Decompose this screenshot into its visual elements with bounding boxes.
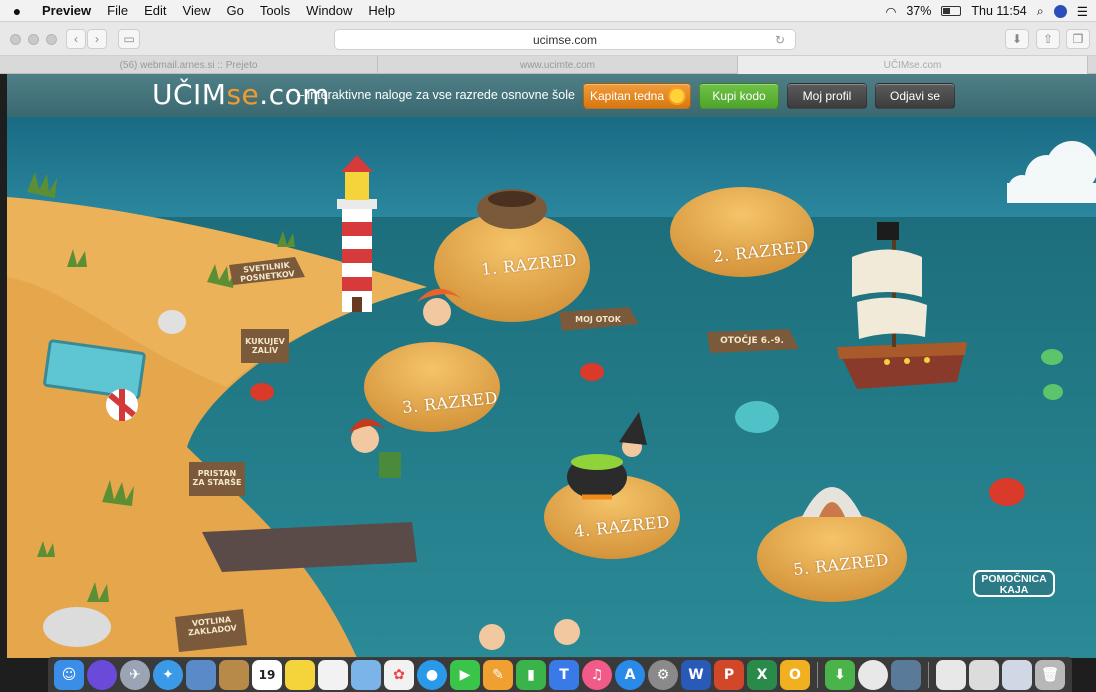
island-map: 1. RAZRED 2. RAZRED 3. RAZRED 4. RAZRED … — [7, 117, 1096, 658]
tab-ucimte[interactable]: www.ucimte.com — [378, 56, 738, 74]
sign-kukujev-zaliv[interactable]: KUKUJEV ZALIV — [241, 337, 289, 355]
preview-icon[interactable] — [186, 659, 216, 690]
back-button[interactable]: ‹ — [66, 29, 86, 49]
itunes-icon[interactable]: ♫ — [582, 659, 612, 690]
numbers-icon[interactable]: ▮ — [516, 659, 546, 690]
sidebar-toggle-icon[interactable]: ▭ — [118, 29, 140, 49]
close-window-button[interactable] — [10, 34, 21, 45]
battery-icon[interactable] — [941, 6, 962, 16]
captain-label: Kapitan tedna — [589, 89, 665, 103]
dock: ☺ ✈ ✦ 19 ✿ ● ▶ ✎ ▮ T ♫ A ⚙ W P X O ⬇ 🗑 — [48, 657, 1072, 692]
battery-percent: 37% — [906, 4, 932, 18]
outlook-icon[interactable]: O — [780, 659, 810, 690]
notification-center-icon[interactable]: ☰ — [1077, 4, 1088, 19]
tab-ucimse[interactable]: UČIMse.com — [738, 56, 1088, 74]
messages-icon[interactable]: ● — [417, 659, 447, 690]
forward-button[interactable]: › — [87, 29, 107, 49]
tabs-overview-icon[interactable]: ❐ — [1066, 29, 1090, 49]
siri-icon[interactable] — [87, 659, 117, 690]
menu-help[interactable]: Help — [360, 3, 403, 18]
address-text: ucimse.com — [532, 32, 597, 47]
wifi-icon[interactable]: ◠ — [885, 4, 896, 19]
sign-pristan[interactable]: PRISTAN ZA STARŠE — [189, 469, 245, 487]
downloads-icon[interactable]: ⬇ — [825, 659, 855, 690]
downloads-toolbar-icon[interactable]: ⬇ — [1005, 29, 1029, 49]
notes-icon[interactable] — [285, 659, 315, 690]
contacts-icon[interactable] — [219, 659, 249, 690]
browser-toolbar: ‹ › ▭ ucimse.com ↻ ⬇ ⇧ ❐ — [0, 22, 1096, 56]
launchpad-icon[interactable]: ✈ — [120, 659, 150, 690]
siri-menu-icon[interactable] — [1053, 4, 1067, 18]
captain-of-week-button[interactable]: Kapitan tedna — [583, 83, 691, 109]
word-icon[interactable]: W — [681, 659, 711, 690]
documents-icon[interactable] — [936, 659, 966, 690]
tab-bar: (56) webmail.arnes.si :: Prejeto www.uci… — [0, 56, 1096, 74]
powerpoint-icon[interactable]: P — [714, 659, 744, 690]
chrome-icon[interactable] — [858, 659, 888, 690]
island-3 — [364, 342, 500, 432]
dock-separator — [817, 661, 818, 688]
excel-icon[interactable]: X — [747, 659, 777, 690]
finder-icon[interactable]: ☺ — [54, 659, 84, 690]
image-capture-icon[interactable] — [891, 659, 921, 690]
trash-icon[interactable]: 🗑 — [1035, 659, 1065, 690]
my-profile-button[interactable]: Moj profil — [787, 83, 867, 109]
logout-button[interactable]: Odjavi se — [875, 83, 955, 109]
site-tagline: – interaktivne naloge za vse razrede osn… — [297, 88, 575, 102]
zoom-window-button[interactable] — [46, 34, 57, 45]
reminders-icon[interactable] — [318, 659, 348, 690]
logo-main: UČIM — [152, 78, 227, 111]
safari-icon[interactable]: ✦ — [153, 659, 183, 690]
photos-app-icon[interactable]: ✿ — [384, 659, 414, 690]
apple-menu-icon[interactable]: ● — [0, 3, 34, 19]
menu-tools[interactable]: Tools — [252, 3, 298, 18]
calendar-icon[interactable]: 19 — [252, 659, 282, 690]
menu-file[interactable]: File — [99, 3, 136, 18]
menu-view[interactable]: View — [175, 3, 219, 18]
menu-app-name[interactable]: Preview — [34, 3, 99, 18]
menu-edit[interactable]: Edit — [136, 3, 174, 18]
island-2 — [670, 187, 814, 277]
window-controls — [10, 34, 57, 45]
site-header: UČIMse.com – interaktivne naloge za vse … — [7, 74, 1096, 117]
pages-icon[interactable]: ✎ — [483, 659, 513, 690]
sun-icon — [670, 89, 685, 103]
system-preferences-icon[interactable]: ⚙ — [648, 659, 678, 690]
spotlight-icon[interactable]: ⌕ — [1037, 4, 1044, 19]
address-bar[interactable]: ucimse.com ↻ — [334, 29, 796, 50]
menu-window[interactable]: Window — [298, 3, 360, 18]
share-icon[interactable]: ⇧ — [1036, 29, 1060, 49]
sign-moj-otok[interactable]: MOJ OTOK — [563, 315, 633, 324]
folder-icon[interactable] — [1002, 659, 1032, 690]
app-store-icon[interactable]: A — [615, 659, 645, 690]
minimize-window-button[interactable] — [28, 34, 39, 45]
dock-separator — [928, 661, 929, 688]
menu-bar: ● Preview File Edit View Go Tools Window… — [0, 0, 1096, 22]
helper-kaja-button[interactable]: POMOČNICA KAJA — [973, 570, 1055, 597]
keynote-icon[interactable]: T — [549, 659, 579, 690]
facetime-icon[interactable]: ▶ — [450, 659, 480, 690]
tab-webmail[interactable]: (56) webmail.arnes.si :: Prejeto — [0, 56, 378, 74]
clock[interactable]: Thu 11:54 — [971, 4, 1026, 18]
scene-art — [7, 117, 1096, 658]
sign-otocje[interactable]: OTOČJE 6.-9. — [710, 337, 794, 346]
buy-code-button[interactable]: Kupi kodo — [699, 83, 779, 109]
logo-se: se — [226, 78, 260, 111]
reload-icon[interactable]: ↻ — [775, 33, 785, 47]
photos-icon[interactable] — [351, 659, 381, 690]
screenshots-icon[interactable] — [969, 659, 999, 690]
sky — [7, 117, 1096, 227]
menu-go[interactable]: Go — [218, 3, 251, 18]
